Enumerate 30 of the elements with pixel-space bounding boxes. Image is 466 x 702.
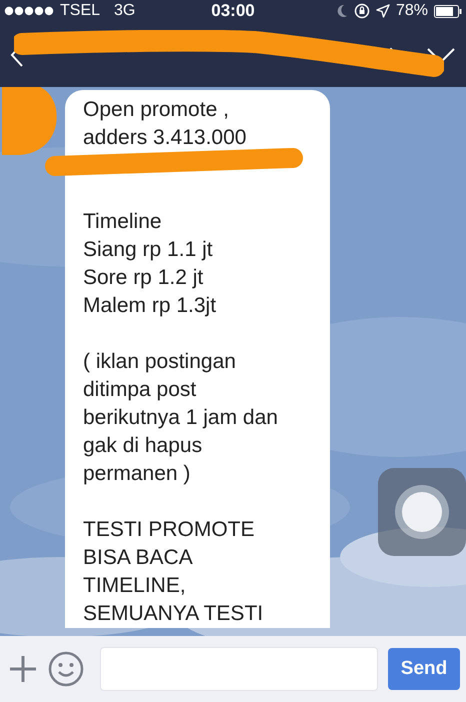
message-line: Timeline bbox=[83, 209, 163, 235]
message-input[interactable] bbox=[100, 647, 378, 691]
message-line: permanen ) bbox=[83, 461, 192, 487]
location-arrow-icon bbox=[376, 4, 390, 18]
message-line: TIMELINE, bbox=[83, 573, 187, 599]
message-line: Open promote , bbox=[83, 97, 230, 123]
rotation-lock-icon bbox=[354, 3, 370, 19]
plus-icon[interactable] bbox=[8, 654, 38, 684]
message-line: Sore rp 1.2 jt bbox=[83, 265, 204, 291]
message-line: TESTI PROMOTE bbox=[83, 517, 256, 543]
message-line: ( iklan postingan bbox=[83, 349, 237, 375]
clock: 03:00 bbox=[211, 1, 255, 21]
smiley-icon[interactable] bbox=[48, 651, 84, 687]
message-line: SEMUANYA TESTI bbox=[83, 601, 264, 627]
battery-percent: 78% bbox=[396, 2, 428, 20]
moon-icon bbox=[336, 4, 348, 18]
message-line: Siang rp 1.1 jt bbox=[83, 237, 214, 263]
assistive-touch-button[interactable] bbox=[378, 468, 466, 556]
message-line: BISA BACA bbox=[83, 545, 194, 571]
signal-icon bbox=[4, 6, 54, 16]
network-label: 3G bbox=[114, 2, 136, 20]
battery-icon bbox=[434, 4, 462, 18]
chevron-down-icon[interactable] bbox=[426, 46, 456, 62]
send-button[interactable]: Send bbox=[388, 648, 460, 690]
message-line: gak di hapus bbox=[83, 433, 204, 459]
message-line: Malem rp 1.3jt bbox=[83, 293, 218, 319]
message-line: adders 3.413.000 bbox=[83, 125, 248, 151]
carrier-label: TSEL bbox=[60, 2, 100, 20]
message-line: berikutnya 1 jam dan bbox=[83, 405, 279, 431]
message-line: ditimpa post bbox=[83, 377, 198, 403]
